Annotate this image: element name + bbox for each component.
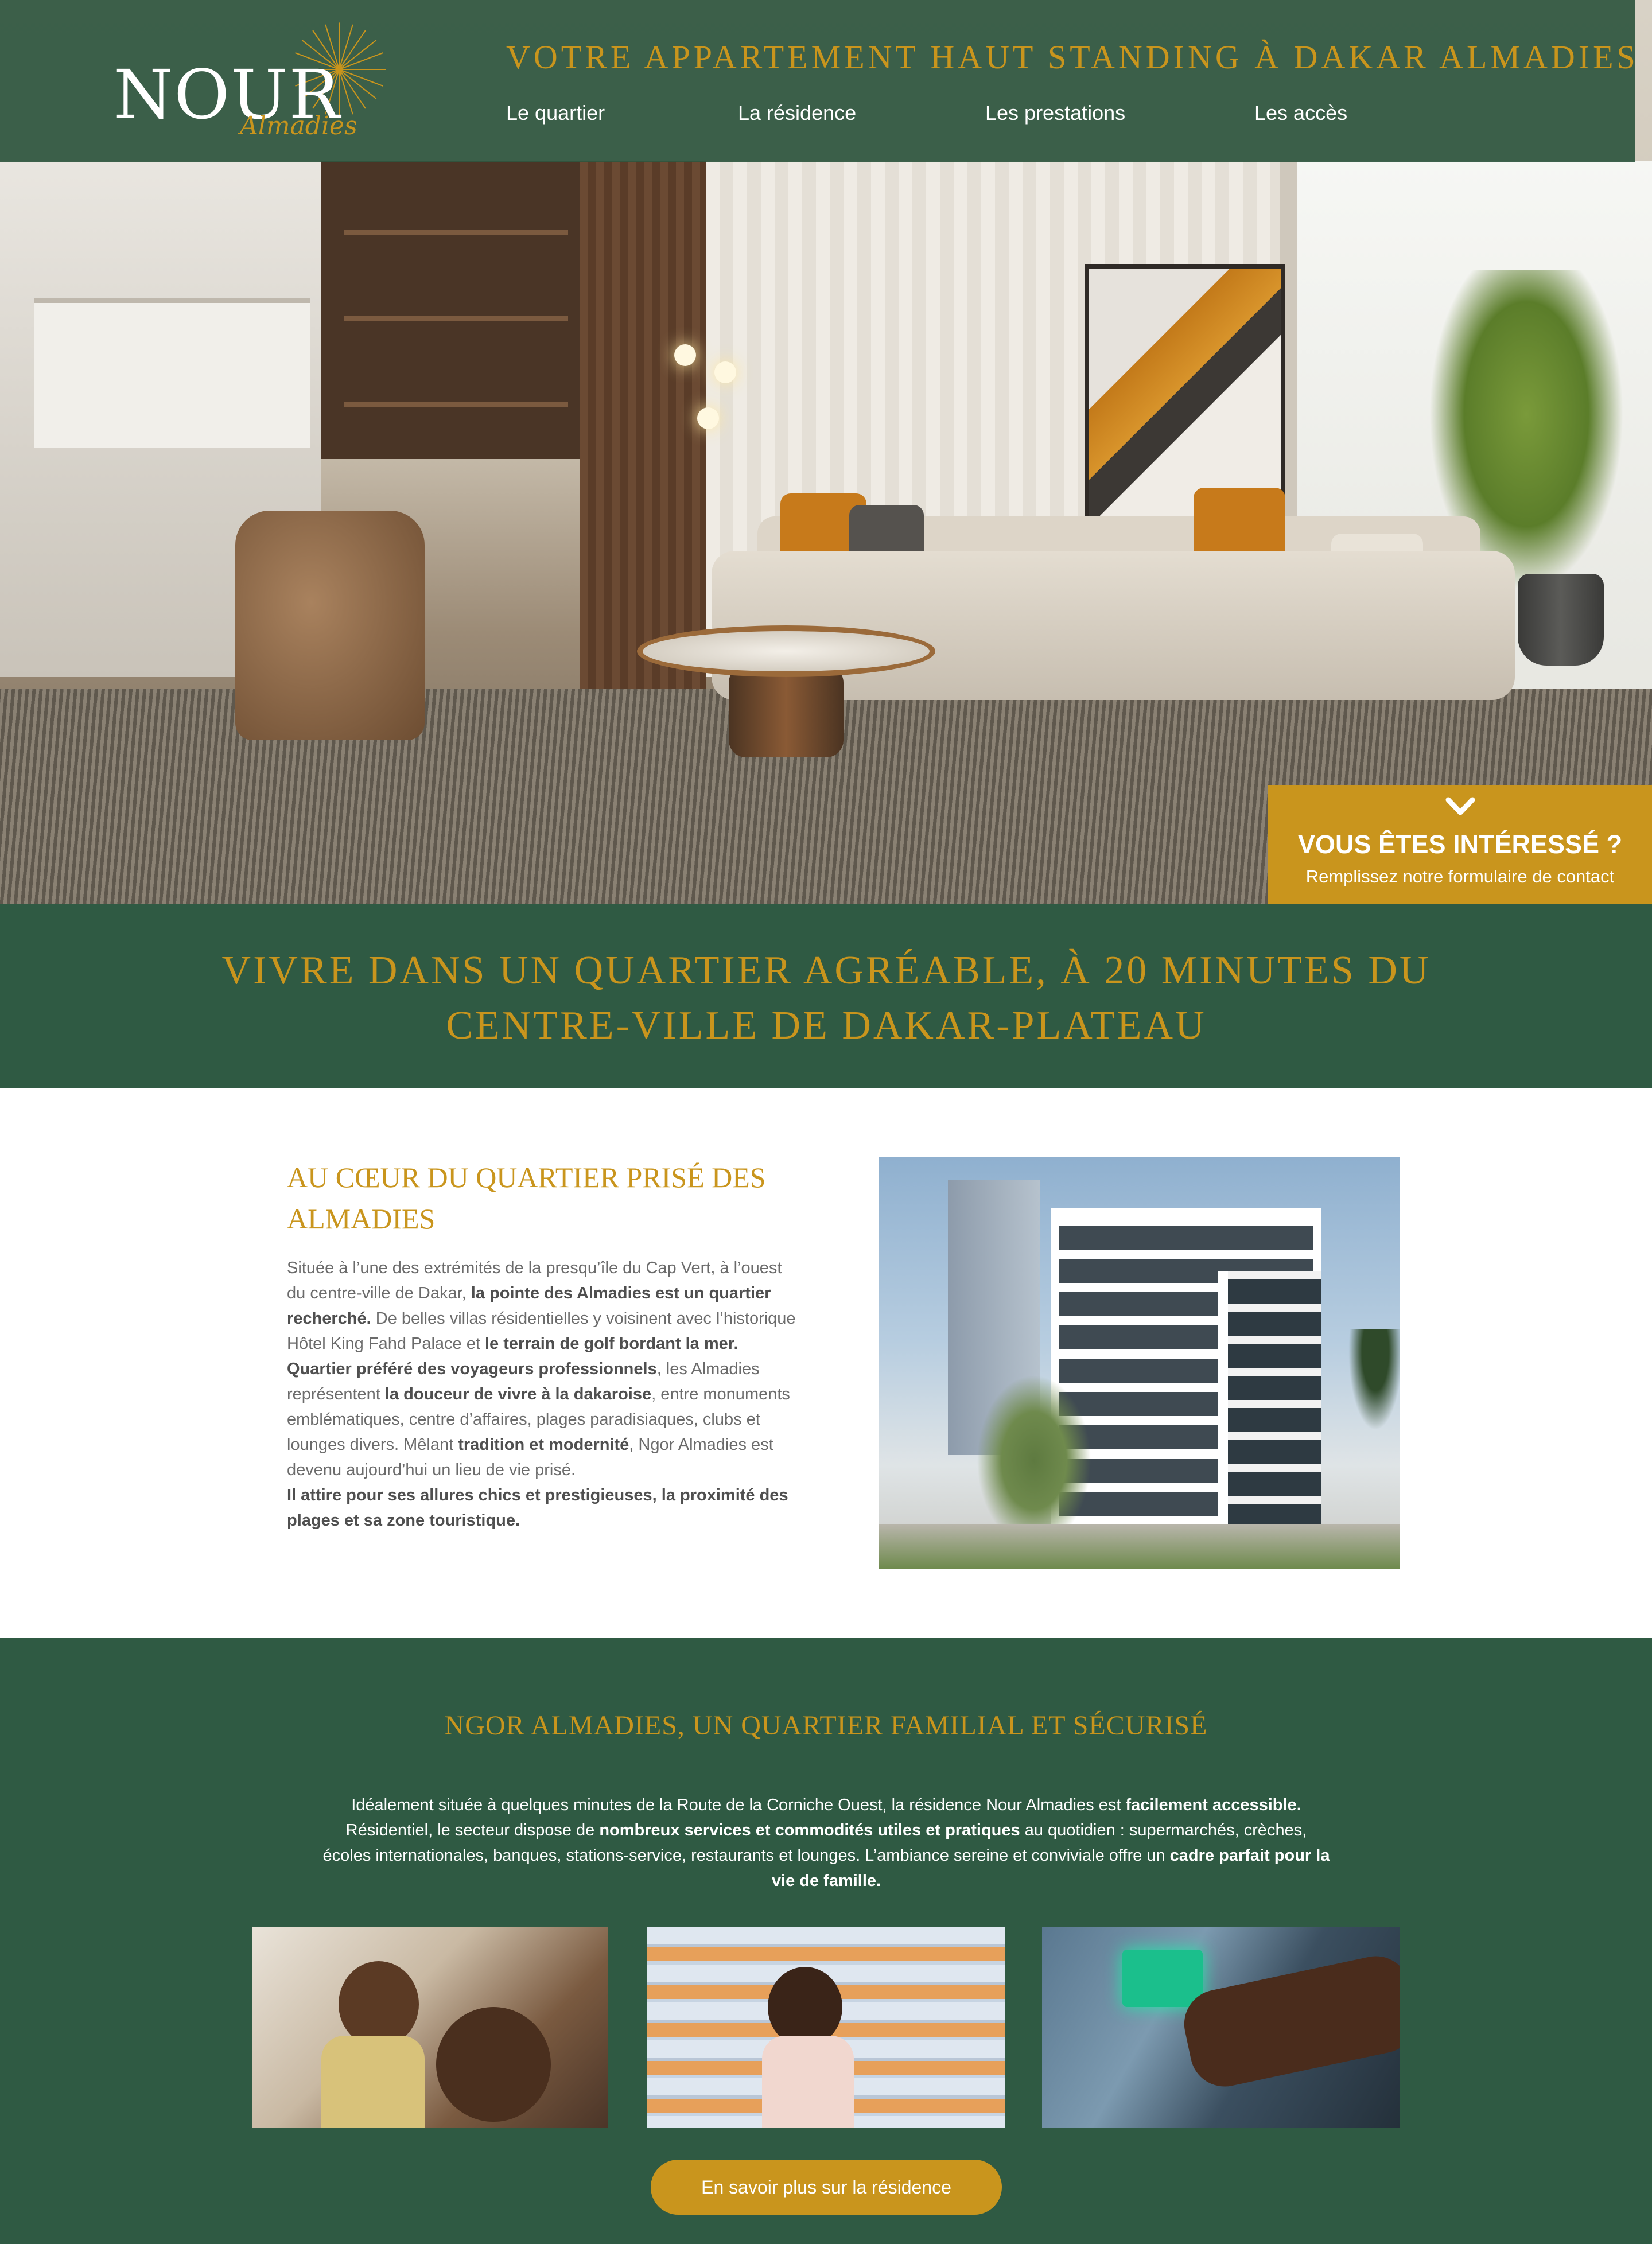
hero-shelf bbox=[321, 161, 591, 459]
paragraph: Il attire pour ses allures chics et pres… bbox=[287, 1486, 788, 1530]
cta-title: VOUS ÊTES INTÉRESSÉ ? bbox=[1297, 830, 1623, 859]
nav-link-prestations[interactable]: Les prestations bbox=[985, 101, 1125, 125]
hero-coffee-table bbox=[637, 625, 935, 677]
paragraph: Quartier préféré des voyageurs professio… bbox=[287, 1360, 790, 1479]
banner-title: VIVRE DANS UN QUARTIER AGRÉABLE, À 20 MI… bbox=[195, 943, 1457, 1053]
section-familial: NGOR ALMADIES, UN QUARTIER FAMILIAL ET S… bbox=[0, 1638, 1652, 2244]
section-quartier: AU CŒUR DU QUARTIER PRISÉ DES ALMADIES S… bbox=[0, 1088, 1652, 1638]
supermarket-photo bbox=[647, 1927, 1005, 2128]
contact-cta[interactable]: VOUS ÊTES INTÉRESSÉ ? Remplissez notre f… bbox=[1268, 785, 1652, 904]
hero-pot bbox=[1518, 574, 1604, 666]
chevron-down-icon bbox=[1445, 797, 1475, 815]
site-header: NOUR Almadies VOTRE APPARTEMENT HAUT STA… bbox=[0, 0, 1635, 162]
hero-armchair bbox=[235, 511, 425, 740]
hero-kitchen bbox=[34, 298, 310, 448]
header-tagline: VOTRE APPARTEMENT HAUT STANDING À DAKAR … bbox=[506, 38, 1639, 76]
family-photo bbox=[252, 1927, 608, 2128]
cta-subtitle: Remplissez notre formulaire de contact bbox=[1305, 866, 1615, 886]
banner-title-line: VIVRE DANS UN QUARTIER AGRÉABLE, À 20 MI… bbox=[221, 948, 1431, 993]
section-title: AU CŒUR DU QUARTIER PRISÉ DES ALMADIES bbox=[287, 1161, 766, 1235]
nav-link-acces[interactable]: Les accès bbox=[1254, 101, 1347, 125]
hero-lamp bbox=[674, 344, 743, 429]
banner-title-line: CENTRE-VILLE DE DAKAR-PLATEAU bbox=[446, 1004, 1207, 1048]
atm-photo bbox=[1042, 1927, 1400, 2128]
nav-link-quartier[interactable]: Le quartier bbox=[506, 101, 605, 125]
section-text: Idéalement située à quelques minutes de … bbox=[322, 1796, 1330, 1890]
nav-link-residence[interactable]: La résidence bbox=[738, 101, 856, 125]
paragraph: Située à l’une des extrémités de la pres… bbox=[287, 1259, 796, 1353]
hero-table-base bbox=[729, 666, 844, 757]
intro-banner: VIVRE DANS UN QUARTIER AGRÉABLE, À 20 MI… bbox=[0, 904, 1652, 1088]
section-text: Située à l’une des extrémités de la pres… bbox=[287, 1255, 803, 1533]
section-title: NGOR ALMADIES, UN QUARTIER FAMILIAL ET S… bbox=[444, 1710, 1208, 1741]
learn-more-button[interactable]: En savoir plus sur la résidence bbox=[651, 2160, 1002, 2215]
logo[interactable]: NOUR Almadies bbox=[114, 21, 389, 147]
logo-subtitle: Almadies bbox=[240, 111, 357, 141]
residence-building-image bbox=[879, 1157, 1400, 1569]
